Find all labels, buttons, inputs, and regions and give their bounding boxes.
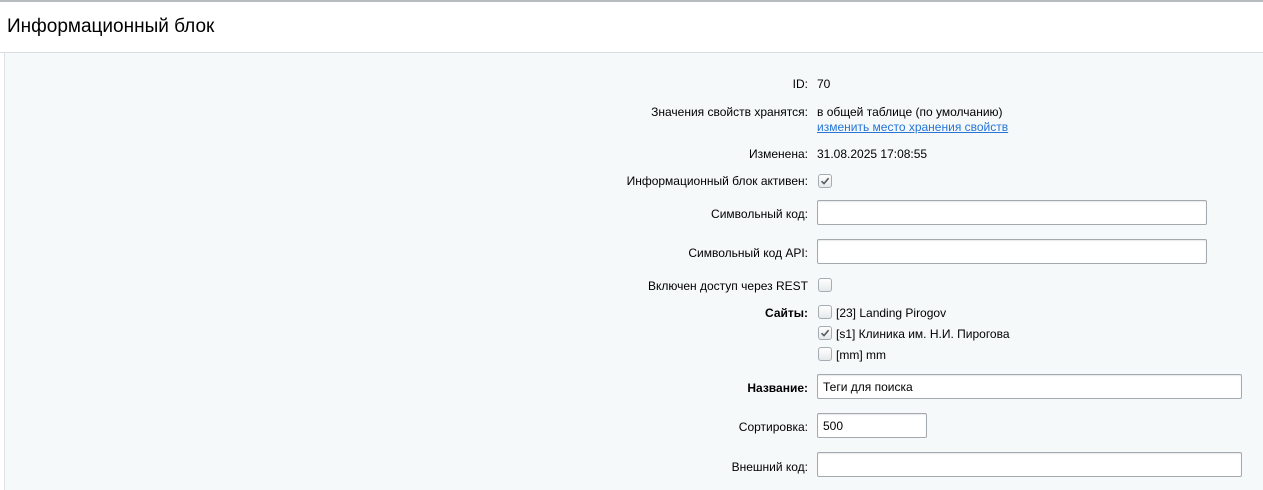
- code-input[interactable]: [817, 200, 1207, 225]
- active-label: Информационный блок активен:: [626, 174, 808, 188]
- external-code-input[interactable]: [817, 452, 1242, 477]
- site-label-s1: [s1] Клиника им. Н.И. Пирогова: [836, 327, 1010, 341]
- active-checkbox[interactable]: [818, 174, 832, 188]
- id-value: 70: [817, 77, 831, 91]
- site-checkbox-s1[interactable]: [818, 326, 832, 340]
- name-input[interactable]: [817, 374, 1242, 399]
- checkmark-icon: [820, 177, 830, 185]
- change-storage-link[interactable]: изменить место хранения свойств: [817, 120, 1008, 134]
- site-label-23: [23] Landing Pirogov: [836, 306, 947, 320]
- external-code-label: Внешний код:: [731, 460, 808, 474]
- title-bar: Информационный блок: [0, 2, 1263, 53]
- rest-checkbox[interactable]: [818, 278, 832, 292]
- sort-label: Сортировка:: [738, 420, 808, 434]
- checkmark-icon: [820, 329, 830, 337]
- modified-value: 31.08.2025 17:08:55: [817, 147, 928, 161]
- site-checkbox-23[interactable]: [818, 305, 832, 319]
- api-code-label: Символьный код API:: [688, 246, 808, 260]
- code-label: Символьный код:: [711, 207, 808, 221]
- page-title: Информационный блок: [7, 16, 215, 37]
- modified-label: Изменена:: [749, 147, 808, 161]
- rest-label: Включен доступ через REST: [647, 279, 808, 293]
- sort-input[interactable]: [817, 413, 927, 438]
- form-panel: [4, 53, 1263, 490]
- sites-label: Сайты:: [765, 306, 808, 320]
- site-checkbox-mm[interactable]: [818, 347, 832, 361]
- api-code-input[interactable]: [817, 239, 1207, 264]
- id-label: ID:: [792, 77, 808, 91]
- storage-value: в общей таблице (по умолчанию): [817, 105, 1003, 119]
- site-label-mm: [mm] mm: [836, 348, 886, 362]
- name-label: Название:: [747, 381, 808, 395]
- storage-label: Значения свойств хранятся:: [651, 105, 808, 119]
